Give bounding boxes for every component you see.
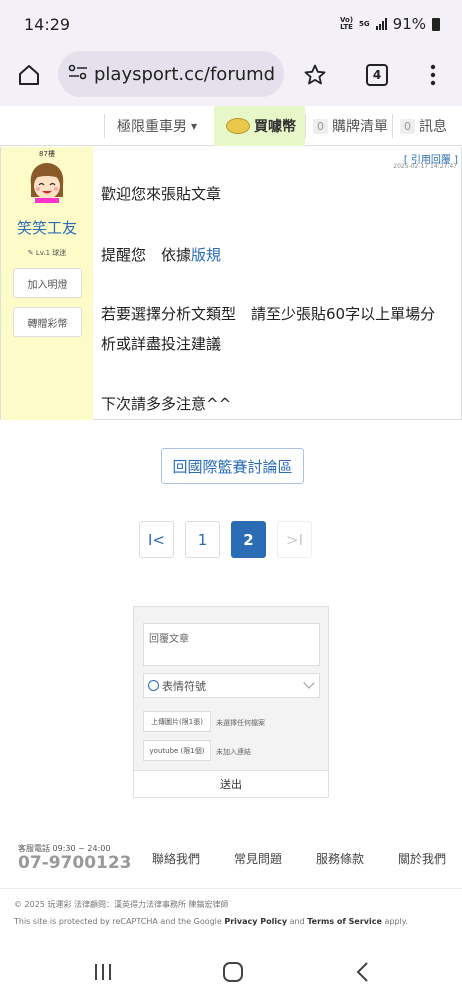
messages-count: 0 [400,118,415,134]
signal-icon [375,18,387,30]
footer-faq-link[interactable]: 常見問題 [234,850,282,867]
more-menu-icon[interactable] [420,62,446,88]
forum-post: 87樓 笑笑工友 ✎ Lv.1 球迷 加入明燈 轉贈彩幣 [ 引用回覆 ] 20… [0,147,462,420]
tab-switcher-button[interactable]: 4 [364,62,390,88]
recaptcha-notice: This site is protected by reCAPTCHA and … [14,917,408,926]
url-text: playsport.cc/forumd [94,63,276,85]
avatar[interactable] [27,161,67,203]
first-page-button[interactable]: I< [139,521,174,558]
divider [392,114,393,138]
system-nav-bar [0,946,462,1000]
post-date: 2025-02-17 14:27:47 [393,163,457,170]
gift-coin-button[interactable]: 轉贈彩幣 [13,307,82,337]
post-line-analysis-a: 若要選擇分析文類型 請至少張貼60字以上單場分 [101,305,436,323]
recaptcha-prefix: This site is protected by reCAPTCHA and … [14,917,222,926]
clock: 14:29 [24,14,71,34]
smile-icon [148,680,159,691]
privacy-policy-link[interactable]: Privacy Policy [224,917,287,926]
home-icon[interactable] [16,62,42,88]
post-line-analysis-b: 析或詳盡投注建議 [101,335,222,353]
youtube-button[interactable]: youtube (限1個) [143,740,211,761]
user-level-text: Lv.1 球迷 [35,249,67,257]
page-2-button[interactable]: 2 [231,521,266,558]
status-icons: Vo) LTE 5G 91% [340,15,440,33]
upload-image-status: 未選擇任何檔案 [216,719,265,727]
submit-button[interactable]: 送出 [134,770,328,797]
browser-toolbar: playsport.cc/forumd 4 [0,48,462,106]
divider [104,114,105,138]
site-nav: 極限重車男 ▼ 買噱幣 0 購牌清單 0 訊息 [0,106,462,146]
bookmark-star-icon[interactable] [302,62,328,88]
add-light-button[interactable]: 加入明燈 [13,268,82,298]
post-line-reminder: 提醒您 依據版規 [101,240,221,270]
divider [305,114,306,138]
recaptcha-and: and [289,917,305,926]
site-settings-icon[interactable] [68,64,88,84]
back-nav-icon[interactable] [354,961,370,987]
messages-label: 訊息 [419,119,447,135]
cart-label: 購牌清單 [332,119,388,135]
user-level: ✎ Lv.1 球迷 [1,248,93,258]
reminder-text: 提醒您 依據 [101,246,192,264]
last-page-button: >I [277,521,312,558]
category-dropdown[interactable]: 極限重車男 ▼ [117,106,212,146]
network-type: 5G [359,19,370,28]
chevron-down-icon [303,677,315,689]
page-1-button[interactable]: 1 [185,521,220,558]
caret-down-icon: ▼ [191,121,198,131]
youtube-status: 未加入連結 [216,748,251,756]
home-nav-icon[interactable] [222,961,244,987]
battery-icon [432,17,440,31]
cart-count: 0 [313,118,328,134]
footer-about-link[interactable]: 關於我們 [398,850,446,867]
cart-link[interactable]: 0 購牌清單 [313,106,393,146]
terms-of-service-link[interactable]: Terms of Service [307,917,382,926]
category-label: 極限重車男 [117,119,187,135]
upload-image-button[interactable]: 上傳圖片(限1張) [143,711,211,732]
author-panel: 87樓 笑笑工友 ✎ Lv.1 球迷 加入明燈 轉贈彩幣 [1,147,93,420]
post-line-closing: 下次請多多注意^^ [101,395,232,413]
recaptcha-apply: apply. [384,917,408,926]
battery-level: 91% [392,15,426,33]
emoji-select[interactable]: 表情符號 [143,673,320,698]
back-to-board-button[interactable]: 回國際籃賽討論區 [161,448,304,484]
reply-textarea[interactable]: 回覆文章 [143,623,320,666]
footer-terms-link[interactable]: 服務條款 [316,850,364,867]
status-bar: 14:29 Vo) LTE 5G 91% [0,0,462,48]
service-phone[interactable]: 07-9700123 [18,853,132,873]
username-link[interactable]: 笑笑工友 [1,217,93,238]
reply-form: 回覆文章 表情符號 上傳圖片(限1張) 未選擇任何檔案 youtube (限1個… [133,606,329,798]
post-line-welcome: 歡迎您來張貼文章 [101,185,222,203]
coin-icon [226,118,250,134]
floor-number: 87樓 [39,150,55,158]
pencil-icon: ✎ [27,249,36,257]
tab-count: 4 [366,64,388,86]
messages-link[interactable]: 0 訊息 [400,106,460,146]
coin-label: 買噱幣 [254,119,296,135]
footer-divider [0,888,462,889]
rules-link[interactable]: 版規 [191,246,221,264]
recent-apps-icon[interactable] [93,962,113,986]
buy-coin-button[interactable]: 買噱幣 [214,106,305,146]
copyright: © 2025 玩運彩 法律顧問：漢英得力法律事務所 陳鎬宏律師 [14,900,229,909]
footer-contact-link[interactable]: 聯絡我們 [152,850,200,867]
address-bar[interactable]: playsport.cc/forumd [58,51,284,97]
volte-icon: Vo) LTE [339,16,354,31]
emoji-label: 表情符號 [162,679,206,693]
